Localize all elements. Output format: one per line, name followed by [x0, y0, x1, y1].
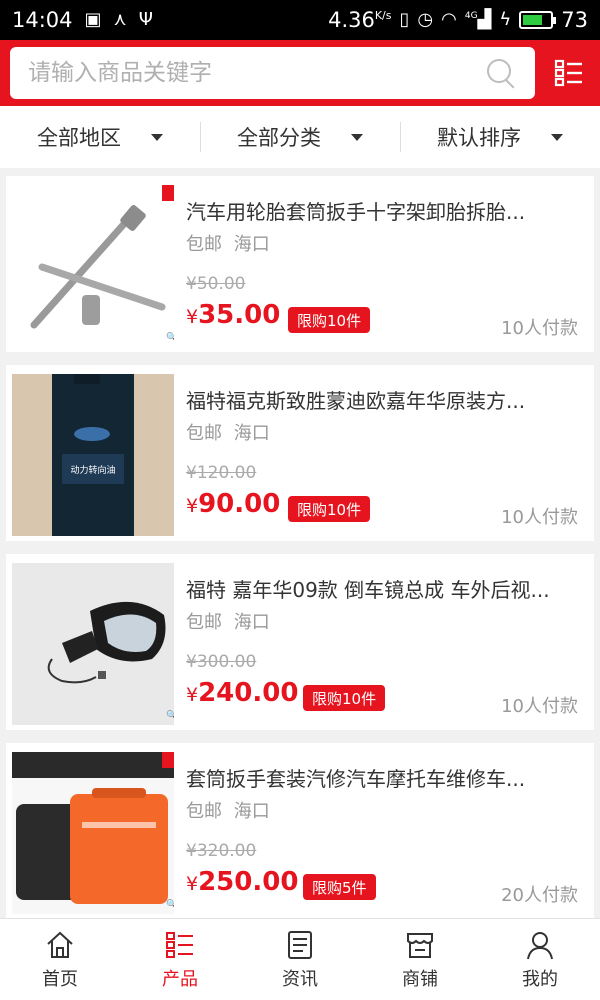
sold-count: 20人付款 — [501, 885, 578, 906]
sale-price: ¥250.00 — [186, 867, 299, 897]
sale-price: ¥90.00 — [186, 489, 281, 519]
zoom-icon: 🔍 — [166, 900, 174, 910]
sold-count: 10人付款 — [501, 318, 578, 339]
product-meta: 包邮 海口 — [186, 423, 270, 444]
share-icon: ⋏ — [113, 9, 127, 30]
sold-count: 10人付款 — [501, 696, 578, 717]
product-title[interactable]: 福特 嘉年华09款 倒车镜总成 车外后视... — [186, 574, 581, 603]
zoom-icon: 🔍 — [166, 711, 174, 721]
image-icon: ▣ — [84, 9, 102, 30]
limit-badge: 限购10件 — [288, 496, 371, 522]
alarm-icon: ◷ — [417, 9, 434, 30]
battery-icon — [519, 11, 557, 29]
list-icon — [166, 931, 193, 958]
battery-level: 73 — [561, 8, 588, 32]
tab-me[interactable]: 我的 — [480, 919, 600, 1000]
product-title[interactable]: 福特福克斯致胜蒙迪欧嘉年华原装方... — [186, 385, 581, 414]
product-meta: 包邮 海口 — [186, 801, 270, 822]
bottom-tab-bar: 首页 产品 资讯 商铺 我的 — [0, 918, 600, 1000]
tab-news[interactable]: 资讯 — [240, 919, 360, 1000]
caret-down-icon — [351, 133, 363, 141]
sold-count: 10人付款 — [501, 507, 578, 528]
filter-sort[interactable]: 默认排序 — [400, 106, 600, 168]
product-card[interactable]: 🔍 套筒扳手套装汽修汽车摩托车维修车... 包邮 海口 ¥320.00 ¥250… — [6, 743, 594, 919]
product-image-cross-wrench[interactable]: 🔍 — [12, 185, 174, 347]
original-price: ¥120.00 — [186, 463, 257, 483]
limit-badge: 限购5件 — [303, 874, 376, 900]
filter-category[interactable]: 全部分类 — [200, 106, 400, 168]
svg-text:动力转向油: 动力转向油 — [70, 464, 115, 476]
product-card[interactable]: 🔍 福特 嘉年华09款 倒车镜总成 车外后视... 包邮 海口 ¥300.00 … — [6, 554, 594, 730]
original-price: ¥50.00 — [186, 274, 246, 294]
search-icon[interactable] — [485, 57, 517, 89]
limit-badge: 限购10件 — [288, 307, 371, 333]
home-icon — [47, 931, 73, 958]
tab-products[interactable]: 产品 — [120, 919, 240, 1000]
product-image-fluid-bottle[interactable]: 动力转向油 — [12, 374, 174, 536]
zoom-icon: 🔍 — [166, 333, 174, 343]
product-card[interactable]: 动力转向油 福特福克斯致胜蒙迪欧嘉年华原装方... 包邮 海口 ¥120.00 … — [6, 365, 594, 541]
wifi-icon: ◠ — [441, 9, 457, 30]
usb-icon: Ψ — [138, 9, 153, 30]
product-list: 🔍 汽车用轮胎套筒扳手十字架卸胎拆胎... 包邮 海口 ¥50.00 ¥35.0… — [6, 176, 594, 932]
vibrate-icon: ▯ — [399, 9, 410, 30]
limit-badge: 限购10件 — [303, 685, 386, 711]
sale-price: ¥35.00 — [186, 300, 281, 330]
sale-price: ¥240.00 — [186, 678, 299, 708]
network-speed: 4.36K/s — [328, 8, 392, 32]
product-title[interactable]: 套筒扳手套装汽修汽车摩托车维修车... — [186, 763, 581, 792]
product-meta: 包邮 海口 — [186, 234, 270, 255]
product-title[interactable]: 汽车用轮胎套筒扳手十字架卸胎拆胎... — [186, 196, 581, 225]
signal-icon: 4G▟ — [464, 9, 492, 30]
product-image-side-mirror[interactable]: 🔍 — [12, 563, 174, 725]
status-time: 14:04 — [12, 8, 73, 32]
category-menu-icon[interactable] — [549, 53, 589, 93]
product-image-tool-cases[interactable]: 🔍 — [12, 752, 174, 914]
caret-down-icon — [551, 133, 563, 141]
filter-region[interactable]: 全部地区 — [0, 106, 200, 168]
news-icon — [288, 930, 312, 959]
filter-bar: 全部地区 全部分类 默认排序 — [0, 106, 600, 168]
original-price: ¥300.00 — [186, 652, 257, 672]
tab-home[interactable]: 首页 — [0, 919, 120, 1000]
caret-down-icon — [151, 133, 163, 141]
search-box[interactable] — [10, 47, 535, 99]
user-icon — [527, 931, 553, 959]
header — [0, 40, 600, 106]
product-card[interactable]: 🔍 汽车用轮胎套筒扳手十字架卸胎拆胎... 包邮 海口 ¥50.00 ¥35.0… — [6, 176, 594, 352]
original-price: ¥320.00 — [186, 841, 257, 861]
search-input[interactable] — [28, 60, 485, 86]
charging-icon: ϟ — [499, 9, 512, 30]
product-meta: 包邮 海口 — [186, 612, 270, 633]
status-bar: 14:04 ▣ ⋏ Ψ 4.36K/s ▯ ◷ ◠ 4G▟ ϟ 73 — [0, 0, 600, 40]
tab-stores[interactable]: 商铺 — [360, 919, 480, 1000]
store-icon — [407, 932, 433, 958]
